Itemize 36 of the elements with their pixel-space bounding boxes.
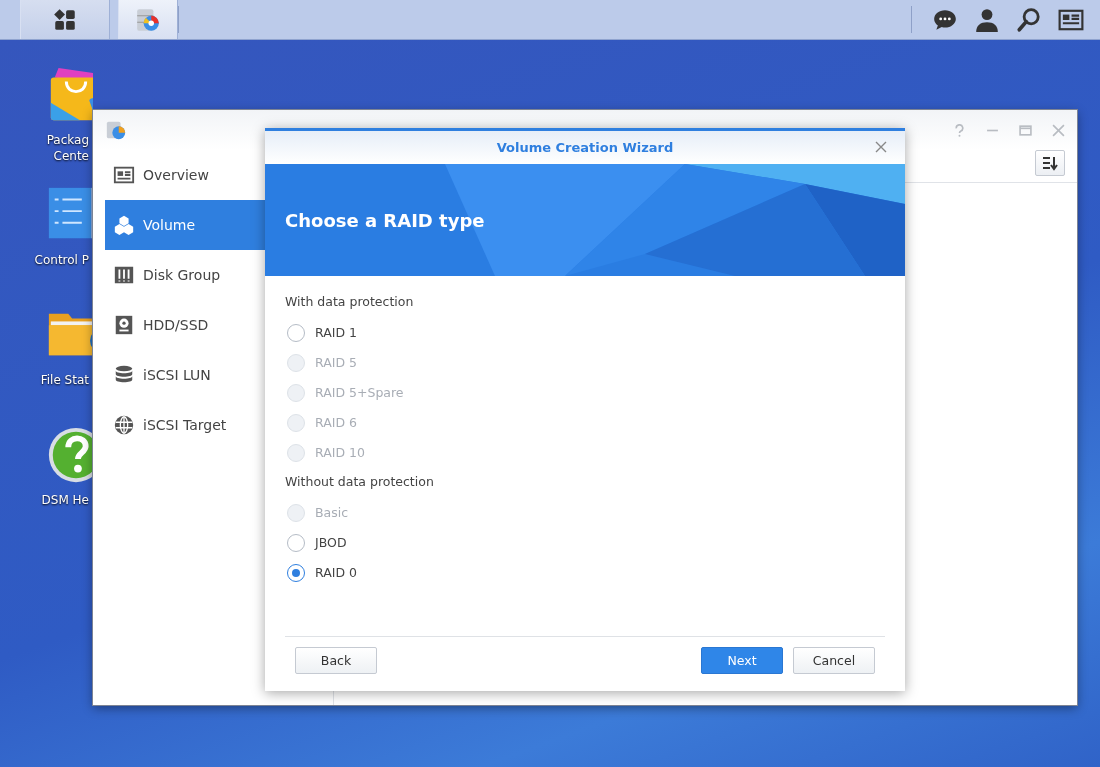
option-label: RAID 10 bbox=[315, 444, 365, 462]
close-icon[interactable] bbox=[875, 141, 887, 153]
option-label: RAID 5 bbox=[315, 354, 357, 372]
button[interactable]: Back bbox=[295, 647, 377, 674]
icon-label[interactable]: DSM He bbox=[41, 492, 89, 508]
storage-app-icon bbox=[105, 119, 127, 141]
storage-app-icon bbox=[135, 6, 161, 33]
icon-label[interactable]: Packag Cente bbox=[46, 132, 89, 164]
sidebar-item[interactable]: Overview bbox=[105, 150, 333, 200]
radio-button[interactable] bbox=[287, 534, 305, 552]
option-label[interactable]: JBOD bbox=[315, 534, 347, 552]
id-card-icon bbox=[113, 164, 135, 186]
search-icon[interactable] bbox=[1016, 6, 1042, 33]
option-label[interactable]: RAID 0 bbox=[315, 564, 357, 582]
option-label: RAID 6 bbox=[315, 414, 357, 432]
radio-button[interactable] bbox=[287, 324, 305, 342]
icon-label[interactable]: Control P bbox=[34, 252, 89, 268]
main-menu-button[interactable] bbox=[20, 0, 110, 39]
primary-button[interactable]: Next bbox=[701, 647, 783, 674]
section-label: Without data protection bbox=[285, 474, 435, 491]
cubes-icon bbox=[113, 214, 135, 236]
sort-button[interactable] bbox=[1035, 150, 1065, 176]
dialog-title: Volume Creation Wizard bbox=[496, 140, 674, 155]
app-taskbar-button[interactable] bbox=[118, 0, 178, 39]
columns-icon bbox=[113, 264, 135, 286]
grid-icon bbox=[52, 6, 78, 33]
radio-button[interactable] bbox=[287, 564, 305, 582]
button[interactable]: Cancel bbox=[793, 647, 875, 674]
user-icon[interactable] bbox=[974, 6, 1000, 33]
icon-label[interactable]: File Stat bbox=[40, 372, 89, 388]
section-label: With data protection bbox=[285, 294, 415, 311]
globe-icon bbox=[113, 414, 135, 436]
sort-icon bbox=[1042, 155, 1058, 171]
option-label: Basic bbox=[315, 504, 349, 522]
option-label[interactable]: RAID 1 bbox=[315, 324, 357, 342]
option-label: RAID 5+Spare bbox=[315, 384, 404, 402]
